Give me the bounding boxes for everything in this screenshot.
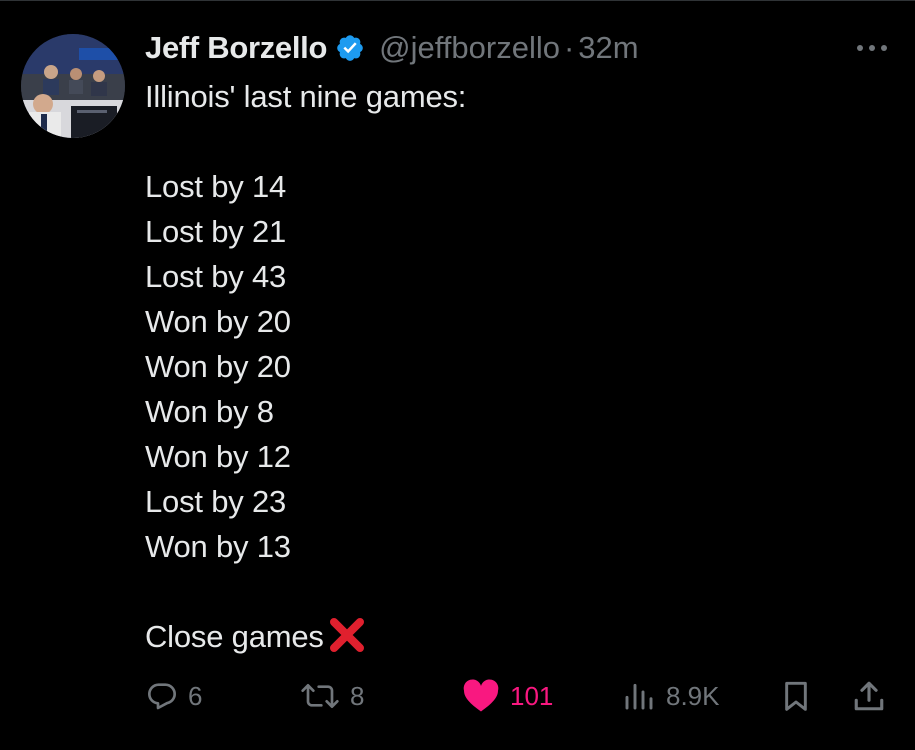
repost-count: 8: [350, 680, 365, 711]
result-line: Won by 13: [145, 529, 291, 564]
author-name[interactable]: Jeff Borzello: [145, 30, 327, 66]
result-line: Won by 12: [145, 439, 291, 474]
share-button[interactable]: [852, 670, 886, 722]
result-line: Lost by 43: [145, 259, 287, 294]
repost-icon: [301, 684, 339, 708]
result-line: Lost by 21: [145, 214, 287, 249]
cross-mark-emoji-icon: [327, 615, 367, 655]
result-line: Won by 8: [145, 394, 274, 429]
more-options-icon[interactable]: [852, 38, 892, 58]
result-line: Lost by 23: [145, 484, 287, 519]
result-line: Lost by 14: [145, 169, 287, 204]
author-handle[interactable]: @jeffborzello: [379, 30, 560, 66]
reply-count: 6: [188, 680, 203, 711]
share-icon: [854, 681, 884, 711]
avatar-photo: [21, 34, 125, 138]
reply-icon: [147, 683, 176, 710]
bookmark-button[interactable]: [780, 670, 812, 722]
timestamp[interactable]: 32m: [578, 30, 638, 66]
verified-badge-icon[interactable]: [335, 33, 365, 63]
avatar[interactable]: [21, 34, 125, 138]
views-icon: [625, 683, 653, 710]
reply-button[interactable]: 6: [146, 670, 202, 722]
closing-line: Close games: [145, 614, 885, 659]
views-count: 8.9K: [666, 680, 720, 711]
heart-icon: [463, 679, 499, 712]
bookmark-icon: [785, 681, 807, 711]
result-line: Won by 20: [145, 349, 291, 384]
closing-text: Close games: [145, 619, 324, 654]
like-count: 101: [510, 680, 554, 711]
action-bar: 6 8 101 8.9K: [0, 670, 915, 722]
separator-dot: ·: [563, 30, 575, 65]
tweet[interactable]: Jeff Borzello @jeffborzello · 32m Illino…: [0, 0, 915, 750]
tweet-intro: Illinois' last nine games:: [145, 79, 467, 114]
like-button[interactable]: 101: [462, 670, 553, 722]
repost-button[interactable]: 8: [300, 670, 364, 722]
tweet-text: Illinois' last nine games: Lost by 14 Lo…: [145, 74, 885, 659]
tweet-header: Jeff Borzello @jeffborzello · 32m: [145, 26, 639, 70]
result-line: Won by 20: [145, 304, 291, 339]
views-button[interactable]: 8.9K: [622, 670, 720, 722]
